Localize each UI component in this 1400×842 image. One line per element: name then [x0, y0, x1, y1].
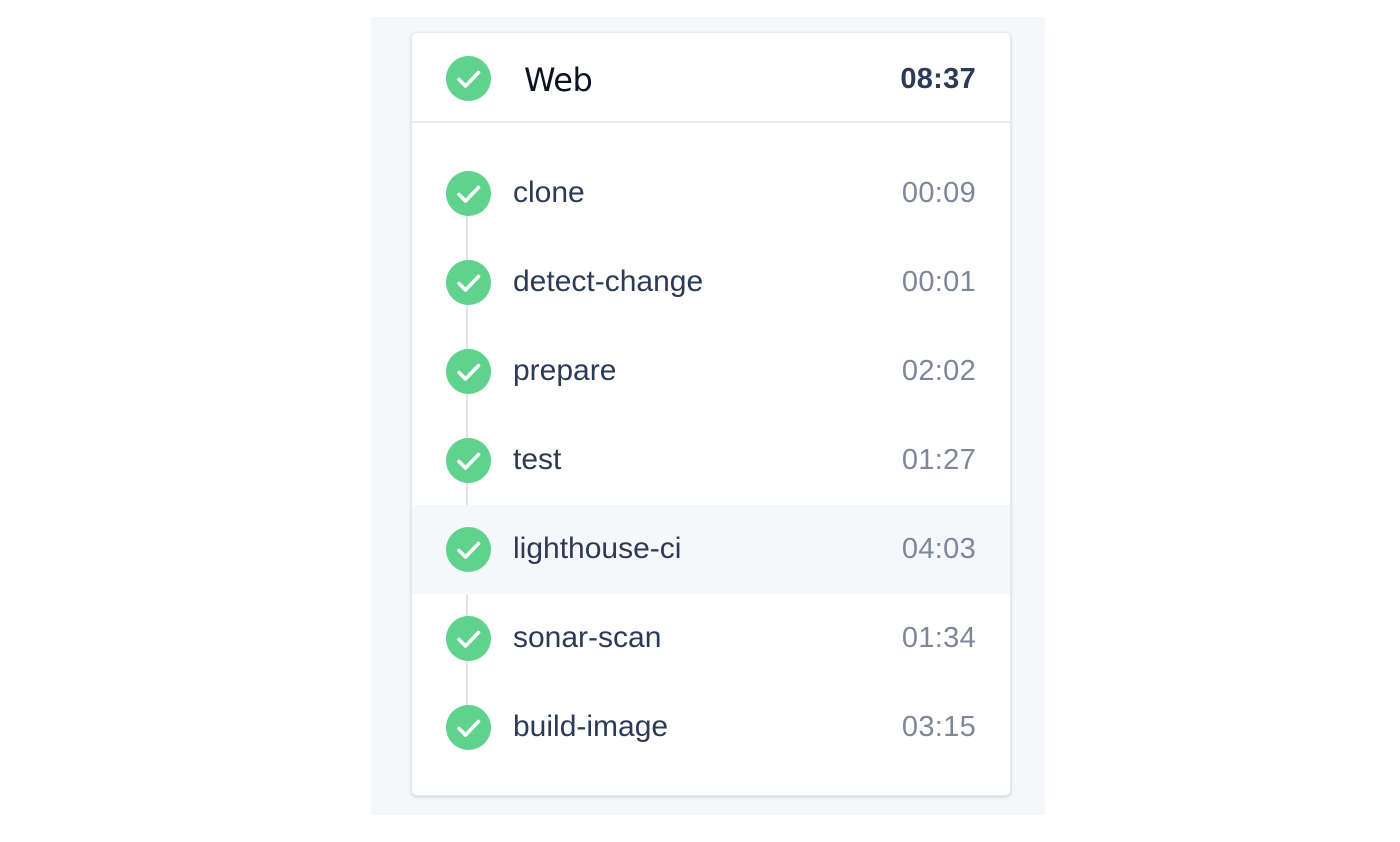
step-name: lighthouse-ci: [513, 532, 682, 565]
step-duration: 01:34: [901, 622, 976, 654]
step-name: test: [513, 443, 562, 476]
pipeline-title: Web: [524, 61, 593, 99]
step-duration: 00:09: [901, 177, 976, 209]
step-list: clone 00:09 detect-change 00:01 prepare …: [412, 149, 1010, 789]
step-name: prepare: [513, 354, 617, 387]
step-name: clone: [513, 176, 585, 209]
step-item-prepare[interactable]: prepare 02:02: [412, 327, 1010, 416]
step-duration: 04:03: [901, 533, 976, 565]
pipeline-panel: Web 08:37 clone 00:09 detect-change 00:0…: [371, 17, 1045, 815]
step-name: detect-change: [513, 265, 704, 298]
step-duration: 02:02: [901, 355, 976, 387]
step-item-test[interactable]: test 01:27: [412, 416, 1010, 505]
step-name: sonar-scan: [513, 621, 662, 654]
step-item-clone[interactable]: clone 00:09: [412, 149, 1010, 238]
step-duration: 03:15: [901, 711, 976, 743]
step-item-build-image[interactable]: build-image 03:15: [412, 683, 1010, 772]
step-item-detect-change[interactable]: detect-change 00:01: [412, 238, 1010, 327]
pipeline-header[interactable]: Web 08:37: [412, 33, 1010, 123]
check-circle-icon: [446, 527, 491, 572]
check-circle-icon: [446, 260, 491, 305]
step-name: build-image: [513, 710, 669, 743]
check-circle-icon: [446, 349, 491, 394]
check-circle-icon: [446, 56, 491, 101]
step-duration: 01:27: [901, 444, 976, 476]
step-item-sonar-scan[interactable]: sonar-scan 01:34: [412, 594, 1010, 683]
check-circle-icon: [446, 438, 491, 483]
pipeline-card: Web 08:37 clone 00:09 detect-change 00:0…: [411, 32, 1011, 796]
check-circle-icon: [446, 171, 491, 216]
pipeline-duration: 08:37: [900, 63, 976, 95]
step-item-lighthouse-ci[interactable]: lighthouse-ci 04:03: [412, 505, 1010, 594]
check-circle-icon: [446, 705, 491, 750]
step-duration: 00:01: [901, 266, 976, 298]
check-circle-icon: [446, 616, 491, 661]
